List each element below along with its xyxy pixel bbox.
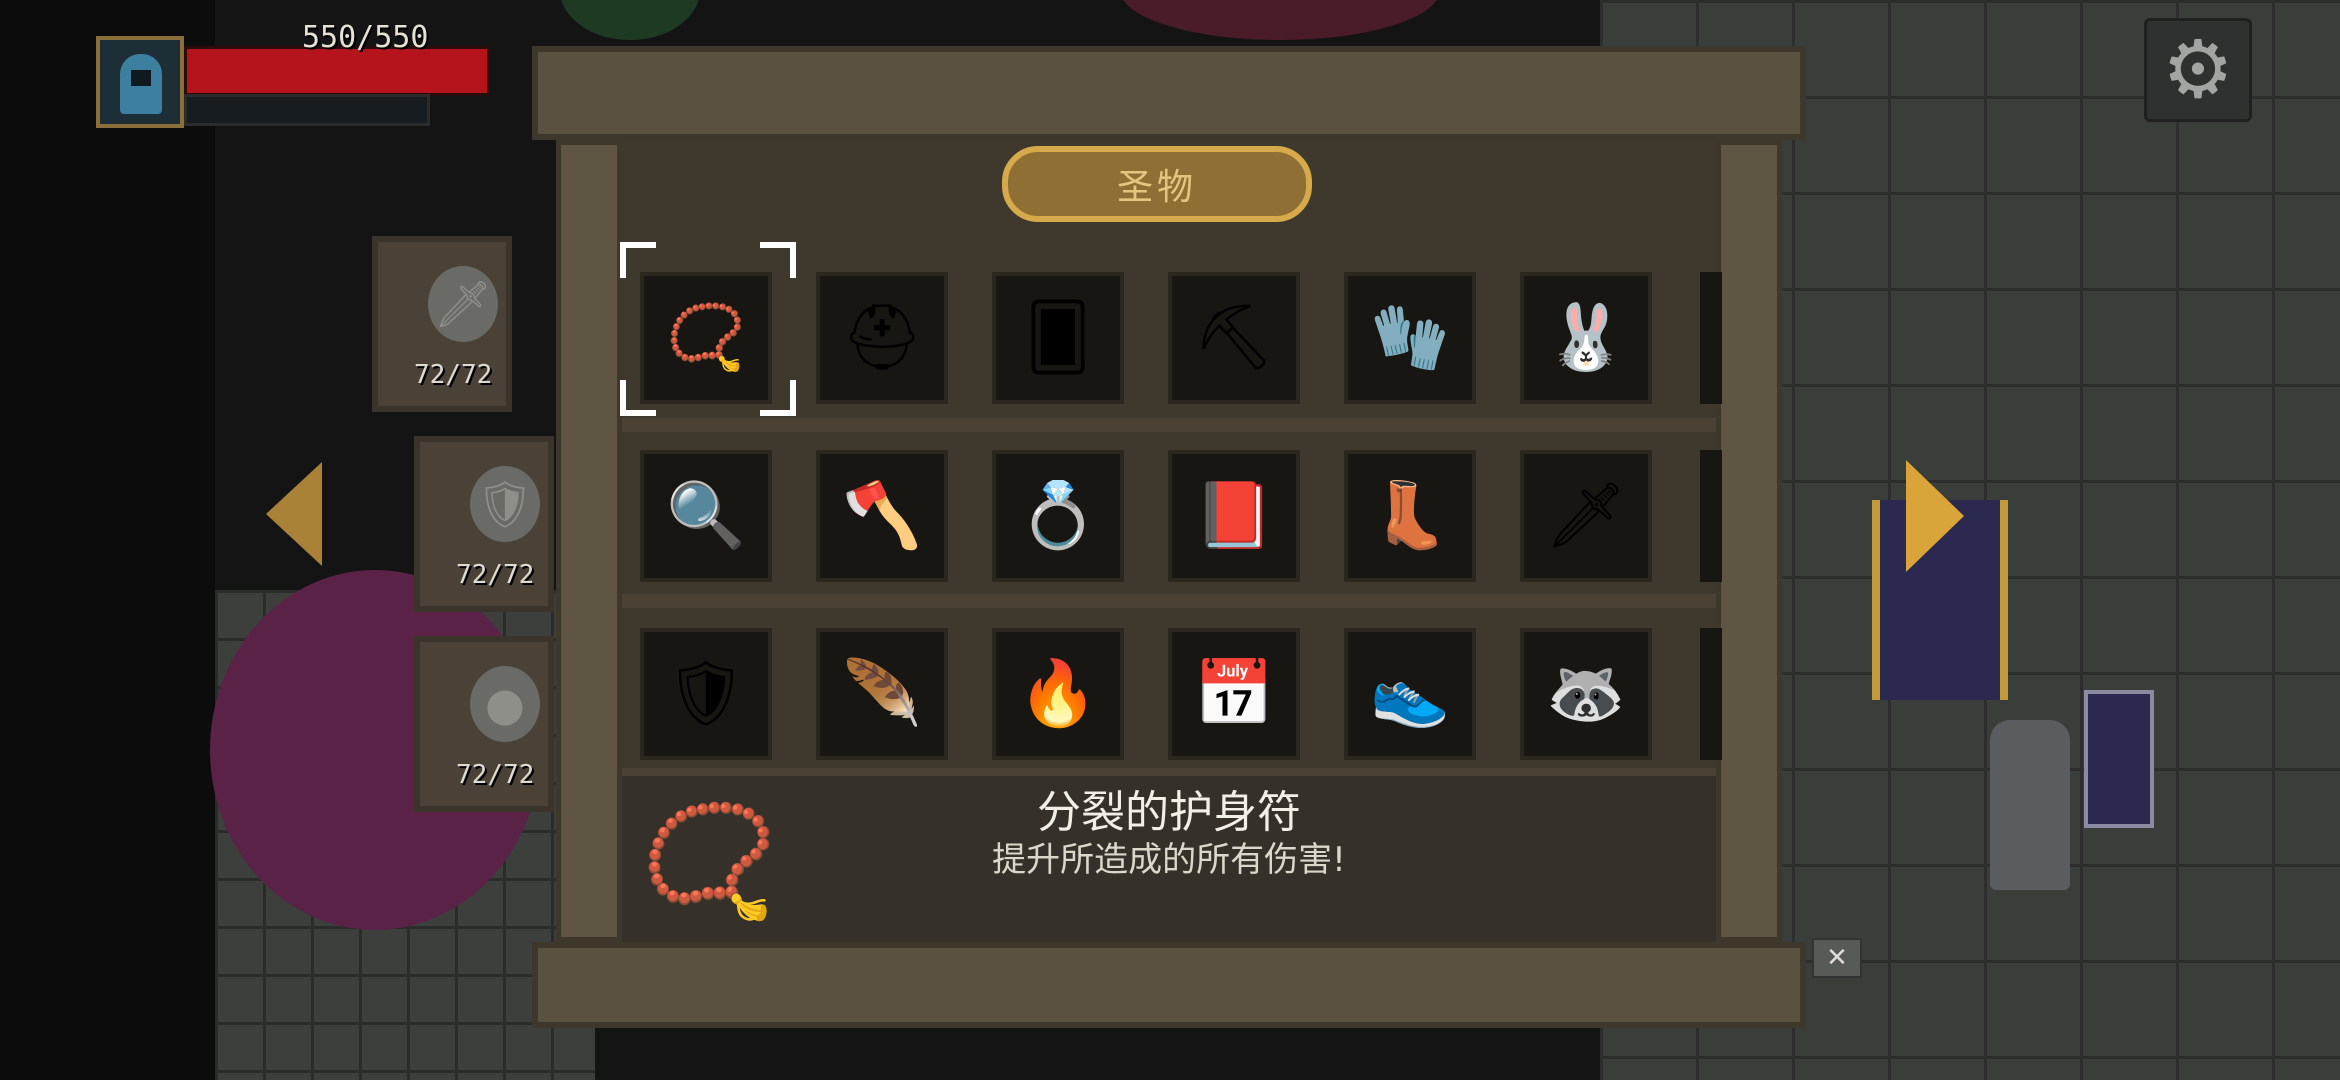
dagger-icon: 🗡 — [1545, 479, 1627, 553]
close-icon[interactable]: ✕ — [1812, 938, 1862, 978]
relic-slot[interactable]: 🛡 — [640, 628, 772, 760]
cabinet-title: 圣物 — [1116, 167, 1197, 208]
dark-gauntlet-icon: 🧤 — [1370, 301, 1450, 375]
purple-boot-icon: 👢 — [1370, 479, 1450, 553]
orb-icon: ● — [470, 666, 540, 742]
partial-slot — [1700, 272, 1722, 404]
selected-item-description: 提升所造成的所有伤害! — [992, 840, 1346, 880]
gold-armor-icon: 🛡 — [665, 657, 747, 731]
player-portrait — [96, 36, 184, 128]
health-text: 550/550 — [302, 20, 429, 55]
viking-helmet-icon: ⛑ — [841, 301, 923, 375]
raccoon-icon: 🦝 — [1546, 657, 1626, 731]
knight-npc[interactable] — [1990, 720, 2070, 890]
void-area — [0, 0, 215, 1080]
relic-slot[interactable]: 🪶 — [816, 628, 948, 760]
spellbook-icon: 📕 — [1194, 479, 1274, 553]
relic-slot[interactable]: 🦝 — [1520, 628, 1652, 760]
calendar-01-icon: 📅 — [1194, 657, 1274, 731]
mana-bar — [184, 94, 430, 126]
cabinet-bottom-beam — [532, 942, 1806, 1028]
relic-cabinet: 圣物 📿 ⛑ 🂠 ⛏ 🧤 🐰 🔍 🪓 💍 📕 👢 🗡 🛡 🪶 🔥 📅 👟 🦝 📿 分裂的护身符 提升所造成的所有伤… — [532, 46, 1806, 1028]
relic-slot[interactable]: 🗡 — [1520, 450, 1652, 582]
relic-slot[interactable]: 🔥 — [992, 628, 1124, 760]
relic-slot[interactable]: 👢 — [1344, 450, 1476, 582]
partial-slot — [1700, 450, 1722, 582]
shovel-icon: ⛏ — [1193, 301, 1275, 375]
cabinet-top-beam — [532, 46, 1806, 140]
bunny-ears-icon: 🐰 — [1546, 301, 1626, 375]
battle-axe-icon: 🪓 — [842, 479, 922, 553]
relic-slot[interactable]: ⛏ — [1168, 272, 1300, 404]
ring-icon: 💍 — [1018, 479, 1098, 553]
relic-slot[interactable]: 🧤 — [1344, 272, 1476, 404]
cabinet-title-plaque: 圣物 — [1002, 146, 1312, 222]
next-page-arrow-icon[interactable] — [1906, 460, 1964, 572]
shield-icon: 🛡 — [470, 466, 540, 542]
cards-icon: 🂠 — [1025, 301, 1091, 375]
weapon-count: 72/72 — [456, 560, 535, 590]
settings-button[interactable]: ⚙ — [2144, 18, 2252, 122]
selected-item-name: 分裂的护身符 — [1037, 787, 1301, 838]
relic-slot[interactable]: 🔍 — [640, 450, 772, 582]
relic-slot[interactable]: 🂠 — [992, 272, 1124, 404]
relic-slot[interactable]: 📅 — [1168, 628, 1300, 760]
flaming-sword-icon: 🔥 — [1018, 657, 1098, 731]
magic-mirror-icon: 🔍 — [666, 479, 746, 553]
health-bar-fill — [187, 49, 487, 93]
small-banner — [2084, 690, 2154, 828]
relic-slot[interactable]: ⛑ — [816, 272, 948, 404]
relic-slot[interactable]: 👟 — [1344, 628, 1476, 760]
relic-slot[interactable]: 🪓 — [816, 450, 948, 582]
weapon-tab-sword[interactable]: 🗡 72/72 — [372, 236, 512, 412]
red-tree-top — [1120, 0, 1440, 40]
partial-slot — [1700, 628, 1722, 760]
relic-slot[interactable]: 📕 — [1168, 450, 1300, 582]
selection-cursor — [620, 242, 796, 416]
sword-icon: 🗡 — [428, 266, 498, 342]
dark-tree-top — [560, 0, 700, 40]
red-sneaker-icon: 👟 — [1370, 657, 1450, 731]
gear-icon: ⚙ — [2162, 23, 2234, 116]
relic-slot[interactable]: 🐰 — [1520, 272, 1652, 404]
prev-page-arrow-icon[interactable] — [266, 462, 322, 566]
relic-slot[interactable]: 💍 — [992, 450, 1124, 582]
weapon-count: 72/72 — [456, 760, 535, 790]
feather-icon: 🪶 — [842, 657, 922, 731]
weapon-count: 72/72 — [414, 360, 493, 390]
wizard-face — [131, 70, 151, 86]
